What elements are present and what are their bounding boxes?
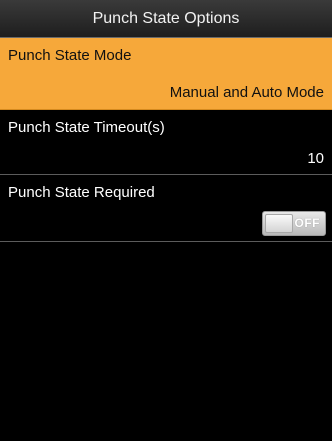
menu-item-label: Punch State Timeout(s) <box>8 119 165 136</box>
menu-item-value: 10 <box>307 150 324 167</box>
menu-item-punch-state-mode[interactable]: Punch State Mode Manual and Auto Mode <box>0 38 332 110</box>
toggle-state-label: OFF <box>294 216 320 230</box>
menu-item-punch-state-timeout[interactable]: Punch State Timeout(s) 10 <box>0 110 332 175</box>
page-title: Punch State Options <box>0 0 332 38</box>
menu-item-value: Manual and Auto Mode <box>169 84 324 101</box>
menu-item-label: Punch State Required <box>8 184 155 201</box>
menu-item-label: Punch State Mode <box>8 47 132 64</box>
punch-state-required-toggle[interactable]: OFF <box>262 211 326 236</box>
screen: Punch State Options Punch State Mode Man… <box>0 0 332 441</box>
toggle-knob <box>265 214 293 233</box>
menu-item-punch-state-required[interactable]: Punch State Required OFF <box>0 175 332 242</box>
